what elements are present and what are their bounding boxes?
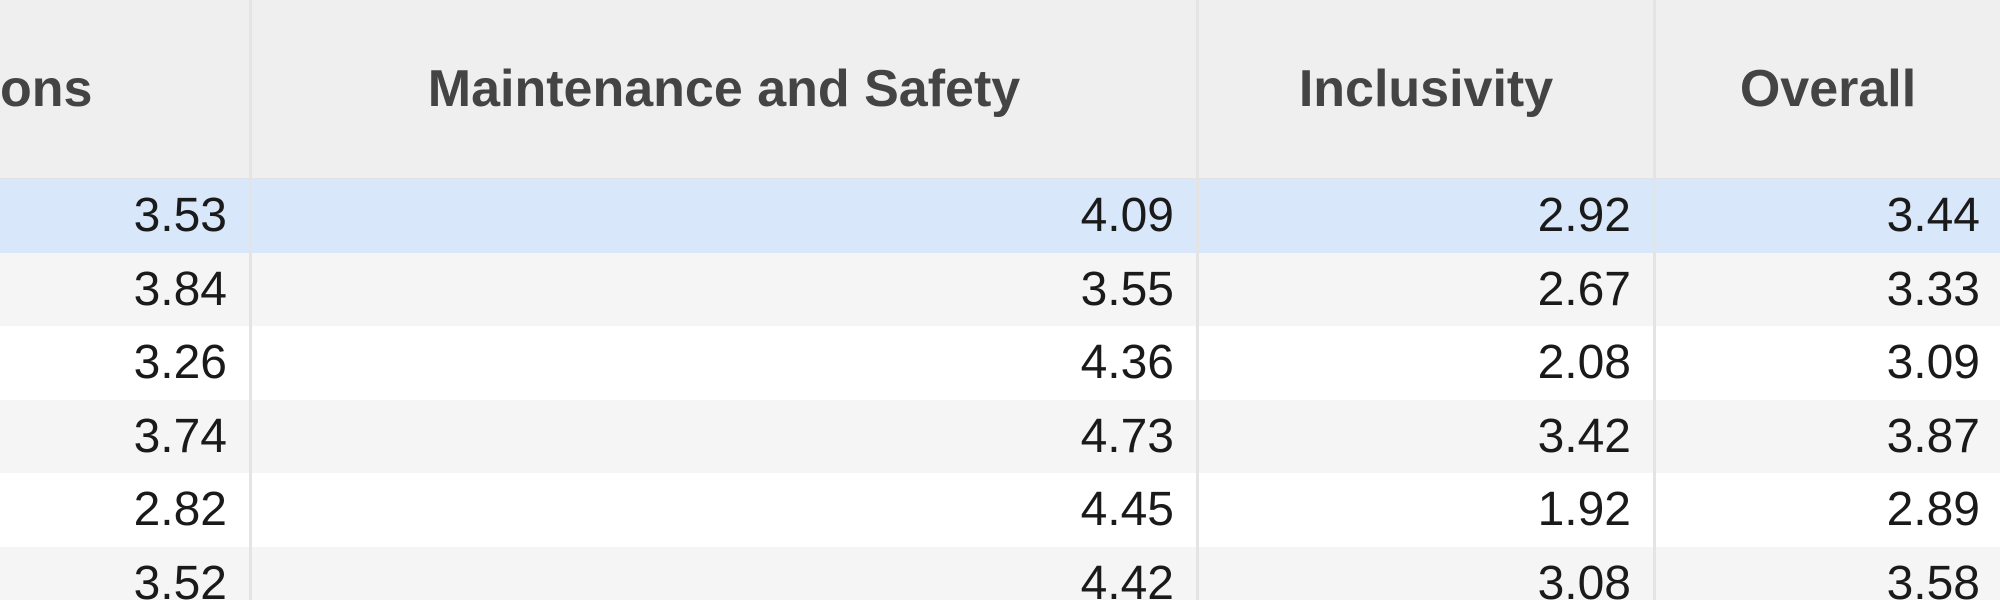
table-cell: 3.26 bbox=[0, 326, 252, 400]
table-cell: 3.33 bbox=[1886, 262, 1980, 316]
table-cell: 3.09 bbox=[1886, 336, 1980, 390]
table-cell: 3.87 bbox=[1886, 409, 1980, 463]
table-cell: 4.09 bbox=[252, 179, 1199, 253]
column-header-inclusivity[interactable]: Inclusivity bbox=[1199, 0, 1656, 178]
table-row[interactable]: 3.74 4.73 3.42 3.87 bbox=[0, 399, 2000, 473]
table-row[interactable]: 2.82 4.45 1.92 2.89 bbox=[0, 473, 2000, 547]
table-cell: 2.89 bbox=[1886, 483, 1980, 537]
table-cell: 4.42 bbox=[252, 546, 1199, 600]
table-cell: 3.58 bbox=[1886, 556, 1980, 600]
column-header-options[interactable]: ons bbox=[0, 0, 252, 178]
column-header-maintenance-and-safety[interactable]: Maintenance and Safety bbox=[252, 0, 1199, 178]
table-cell: 3.52 bbox=[0, 546, 252, 600]
table-cell: 1.92 bbox=[1199, 473, 1656, 547]
table-row[interactable]: 3.52 4.42 3.08 3.58 bbox=[0, 546, 2000, 600]
table-cell: 3.74 bbox=[0, 399, 252, 473]
table-cell: 3.08 bbox=[1199, 546, 1656, 600]
data-table: ons Maintenance and Safety Inclusivity O… bbox=[0, 0, 2000, 600]
table-cell: 4.73 bbox=[252, 399, 1199, 473]
table-cell: 3.55 bbox=[252, 252, 1199, 326]
table-row[interactable]: 3.84 3.55 2.67 3.33 bbox=[0, 252, 2000, 326]
table-cell: 2.67 bbox=[1199, 252, 1656, 326]
column-header-overall[interactable]: Overall bbox=[1656, 0, 2000, 178]
table-cell: 3.42 bbox=[1199, 399, 1656, 473]
table-cell: 2.82 bbox=[0, 473, 252, 547]
table-cell: 3.84 bbox=[0, 252, 252, 326]
table-cell: 3.44 bbox=[1886, 189, 1980, 243]
table-cell: 2.92 bbox=[1199, 179, 1656, 253]
table-row[interactable]: 3.26 4.36 2.08 3.09 bbox=[0, 326, 2000, 400]
table-header: ons Maintenance and Safety Inclusivity O… bbox=[0, 0, 2000, 179]
table-cell: 3.53 bbox=[0, 179, 252, 253]
table-cell: 4.36 bbox=[252, 326, 1199, 400]
table-cell: 4.45 bbox=[252, 473, 1199, 547]
table-row[interactable]: 3.53 4.09 2.92 3.44 bbox=[0, 179, 2000, 253]
table-cell: 2.08 bbox=[1199, 326, 1656, 400]
